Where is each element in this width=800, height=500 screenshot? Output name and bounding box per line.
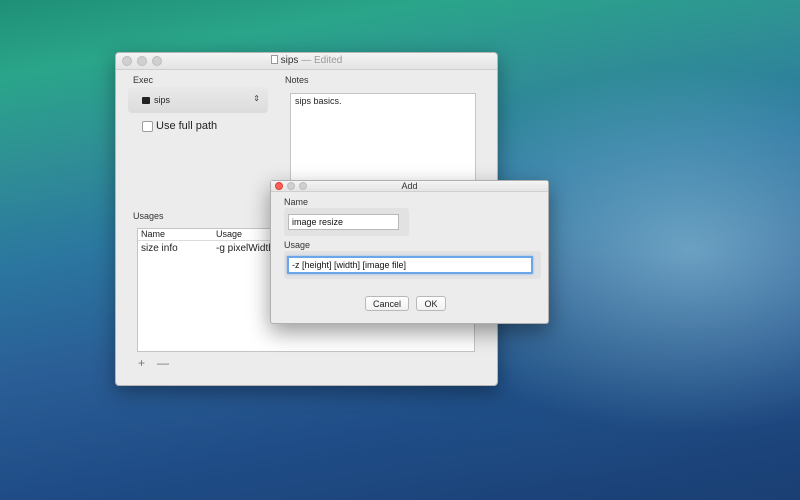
name-input[interactable] <box>288 214 399 230</box>
ok-button[interactable]: OK <box>416 296 446 311</box>
use-full-path-checkbox[interactable] <box>142 120 153 132</box>
notes-text: sips basics. <box>295 96 342 106</box>
table-edit-buttons: + — <box>138 356 169 370</box>
column-header-name[interactable]: Name <box>138 229 213 240</box>
usage-input[interactable] <box>287 256 533 274</box>
edited-status: — Edited <box>301 55 343 66</box>
cancel-button[interactable]: Cancel <box>365 296 409 311</box>
exec-popup[interactable]: sips ⇕ <box>128 87 268 113</box>
window-title-text: sips <box>280 55 299 66</box>
title-bar[interactable]: sips — Edited <box>116 53 497 70</box>
row-name-cell: size info <box>141 243 178 254</box>
chevron-updown-icon: ⇕ <box>253 94 260 103</box>
add-usage-button[interactable]: + <box>138 356 145 370</box>
window-title: sips — Edited <box>116 55 497 66</box>
name-field-group <box>284 208 409 236</box>
usage-label: Usage <box>284 240 311 250</box>
exec-label: Exec <box>133 75 154 85</box>
usage-field-group <box>284 251 541 279</box>
dialog-title: Add <box>401 181 418 191</box>
use-full-path-label: Use full path <box>156 120 218 132</box>
terminal-icon <box>142 96 150 104</box>
usages-label: Usages <box>133 211 164 221</box>
document-icon <box>270 55 278 64</box>
name-label: Name <box>284 197 309 207</box>
dialog-title-bar[interactable]: Add <box>271 181 548 192</box>
use-full-path-row[interactable]: Use full path <box>142 120 217 132</box>
notes-label: Notes <box>285 75 309 85</box>
remove-usage-button[interactable]: — <box>157 356 169 370</box>
exec-value: sips <box>154 95 171 105</box>
add-dialog: Add Name Usage Cancel OK <box>270 180 549 324</box>
